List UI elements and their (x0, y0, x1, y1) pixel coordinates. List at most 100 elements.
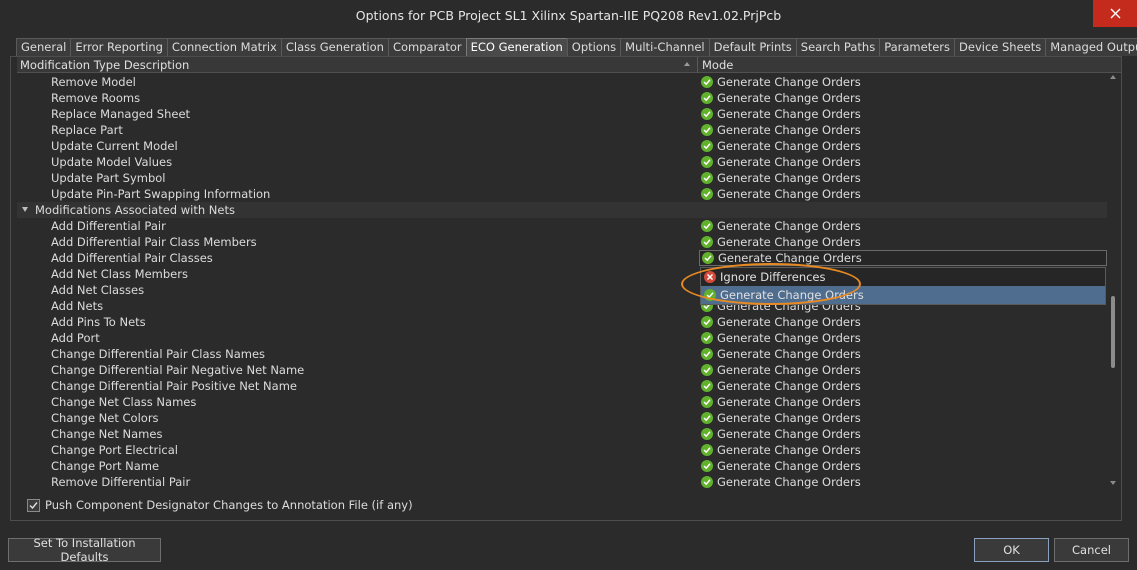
check-icon (701, 76, 713, 88)
row-description: Add Pins To Nets (51, 315, 146, 329)
check-icon (701, 108, 713, 120)
column-header-description[interactable]: Modification Type Description (20, 58, 189, 72)
row-mode[interactable]: Generate Change Orders (701, 74, 861, 90)
row-description: Add Net Class Members (51, 267, 188, 281)
row-mode[interactable]: Generate Change Orders (701, 186, 861, 202)
collapse-arrow-icon[interactable] (22, 207, 28, 212)
tab-error-reporting[interactable]: Error Reporting (70, 38, 168, 56)
row-mode[interactable]: Generate Change Orders (701, 218, 861, 234)
table-row[interactable]: Change Differential Pair Positive Net Na… (17, 378, 1107, 394)
mode-label: Generate Change Orders (717, 395, 861, 409)
tab-eco-generation[interactable]: ECO Generation (465, 38, 568, 57)
ok-button[interactable]: OK (974, 538, 1049, 562)
row-description: Change Differential Pair Negative Net Na… (51, 363, 305, 377)
column-header-mode[interactable]: Mode (702, 58, 733, 72)
table-row[interactable]: Change Differential Pair Negative Net Na… (17, 362, 1107, 378)
row-mode[interactable]: Generate Change Orders (701, 154, 861, 170)
push-designator-checkbox[interactable] (27, 498, 40, 512)
tab-general[interactable]: General (16, 38, 72, 56)
table-row[interactable]: Remove Differential Pair Generate Change … (17, 474, 1107, 489)
group-row[interactable]: Modifications Associated with Nets (17, 202, 1107, 218)
set-installation-defaults-button[interactable]: Set To Installation Defaults (8, 536, 161, 564)
mode-label: Generate Change Orders (717, 427, 861, 441)
mode-label: Generate Change Orders (717, 331, 861, 345)
row-mode[interactable]: Generate Change Orders (701, 234, 861, 250)
tab-class-generation[interactable]: Class Generation (280, 38, 389, 56)
mode-label: Generate Change Orders (717, 107, 861, 121)
table-row[interactable]: Update Part Symbol Generate Change Orders (17, 170, 1107, 186)
dropdown-option-generate-change-orders[interactable]: Generate Change Orders (701, 286, 1105, 304)
mode-label: Generate Change Orders (717, 379, 861, 393)
mode-combobox[interactable]: Generate Change Orders (699, 250, 1107, 266)
dropdown-option-ignore-differences[interactable]: Ignore Differences (701, 268, 1105, 286)
table-row[interactable]: Remove Rooms Generate Change Orders (17, 90, 1107, 106)
push-designator-checkbox-row[interactable]: Push Component Designator Changes to Ann… (27, 498, 413, 512)
row-mode[interactable]: Generate Change Orders (701, 106, 861, 122)
table-row[interactable]: Add Differential Pair Generate Change Ord… (17, 218, 1107, 234)
tab-multi-channel[interactable]: Multi-Channel (620, 38, 710, 56)
row-mode[interactable]: Generate Change Orders (701, 458, 861, 474)
row-description: Add Nets (51, 299, 104, 313)
table-row[interactable]: Add Pins To Nets Generate Change Orders (17, 314, 1107, 330)
tab-device-sheets[interactable]: Device Sheets (954, 38, 1047, 56)
check-icon (701, 188, 713, 200)
row-mode[interactable]: Generate Change Orders (701, 442, 861, 458)
row-mode[interactable]: Generate Change Orders (701, 410, 861, 426)
row-mode[interactable]: Generate Change Orders (701, 426, 861, 442)
row-mode[interactable]: Generate Change Orders (701, 90, 861, 106)
table-row[interactable]: Change Port Name Generate Change Orders (17, 458, 1107, 474)
row-mode[interactable]: Generate Change Orders (701, 170, 861, 186)
check-icon (701, 412, 713, 424)
tab-options[interactable]: Options (566, 38, 622, 56)
scroll-down-arrow-icon[interactable] (1110, 481, 1116, 485)
scroll-up-arrow-icon[interactable] (1110, 75, 1116, 79)
tab-comparator[interactable]: Comparator (387, 38, 467, 56)
check-icon (701, 236, 713, 248)
table-row[interactable]: Update Pin-Part Swapping Information Gene… (17, 186, 1107, 202)
column-separator[interactable] (697, 57, 698, 73)
row-mode[interactable]: Generate Change Orders (701, 330, 861, 346)
table-row[interactable]: Update Model Values Generate Change Order… (17, 154, 1107, 170)
table-row[interactable]: Change Differential Pair Class Names Gene… (17, 346, 1107, 362)
row-description: Replace Managed Sheet (51, 107, 191, 121)
tab-default-prints[interactable]: Default Prints (708, 38, 797, 56)
table-row[interactable]: Add Port Generate Change Orders (17, 330, 1107, 346)
close-button[interactable] (1093, 0, 1137, 27)
mode-label: Generate Change Orders (717, 475, 861, 489)
tab-parameters[interactable]: Parameters (879, 38, 956, 56)
cancel-button[interactable]: Cancel (1054, 538, 1129, 562)
table-row[interactable]: Change Net Class Names Generate Change Or… (17, 394, 1107, 410)
vertical-scrollbar[interactable] (1106, 73, 1120, 489)
row-mode[interactable]: Generate Change Orders (701, 122, 861, 138)
push-designator-label: Push Component Designator Changes to Ann… (45, 498, 413, 512)
mode-label: Generate Change Orders (717, 91, 861, 105)
tab-connection-matrix[interactable]: Connection Matrix (166, 38, 282, 56)
table-row[interactable]: Add Differential Pair Class Members Gener… (17, 234, 1107, 250)
table-row[interactable]: Replace Part Generate Change Orders (17, 122, 1107, 138)
table-row[interactable]: Change Port Electrical Generate Change Or… (17, 442, 1107, 458)
scroll-thumb[interactable] (1111, 296, 1115, 368)
row-mode[interactable]: Generate Change Orders (701, 378, 861, 394)
row-mode[interactable]: Generate Change Orders (701, 346, 861, 362)
row-description: Change Net Names (51, 427, 163, 441)
table-row[interactable]: Change Net Colors Generate Change Orders (17, 410, 1107, 426)
row-description: Add Differential Pair (51, 219, 166, 233)
row-description: Change Port Name (51, 459, 160, 473)
mode-label: Generate Change Orders (717, 347, 861, 361)
row-mode[interactable]: Generate Change Orders (701, 474, 861, 489)
row-description: Add Differential Pair Class Members (51, 235, 257, 249)
row-description: Update Model Values (51, 155, 173, 169)
row-mode[interactable]: Generate Change Orders (701, 314, 861, 330)
row-mode[interactable]: Generate Change Orders (701, 362, 861, 378)
table-row[interactable]: Remove Model Generate Change Orders (17, 74, 1107, 90)
table-row[interactable]: Change Net Names Generate Change Orders (17, 426, 1107, 442)
mode-label: Generate Change Orders (717, 411, 861, 425)
tab-search-paths[interactable]: Search Paths (795, 38, 881, 56)
table-row[interactable]: Add Differential Pair Classes Generate Ch… (17, 250, 1107, 266)
check-icon (701, 428, 713, 440)
table-row[interactable]: Replace Managed Sheet Generate Change Ord… (17, 106, 1107, 122)
table-row[interactable]: Update Current Model Generate Change Orde… (17, 138, 1107, 154)
row-mode[interactable]: Generate Change Orders (701, 394, 861, 410)
row-mode[interactable]: Generate Change Orders (701, 138, 861, 154)
tab-managed-outputjobs[interactable]: Managed OutputJobs (1045, 38, 1137, 56)
